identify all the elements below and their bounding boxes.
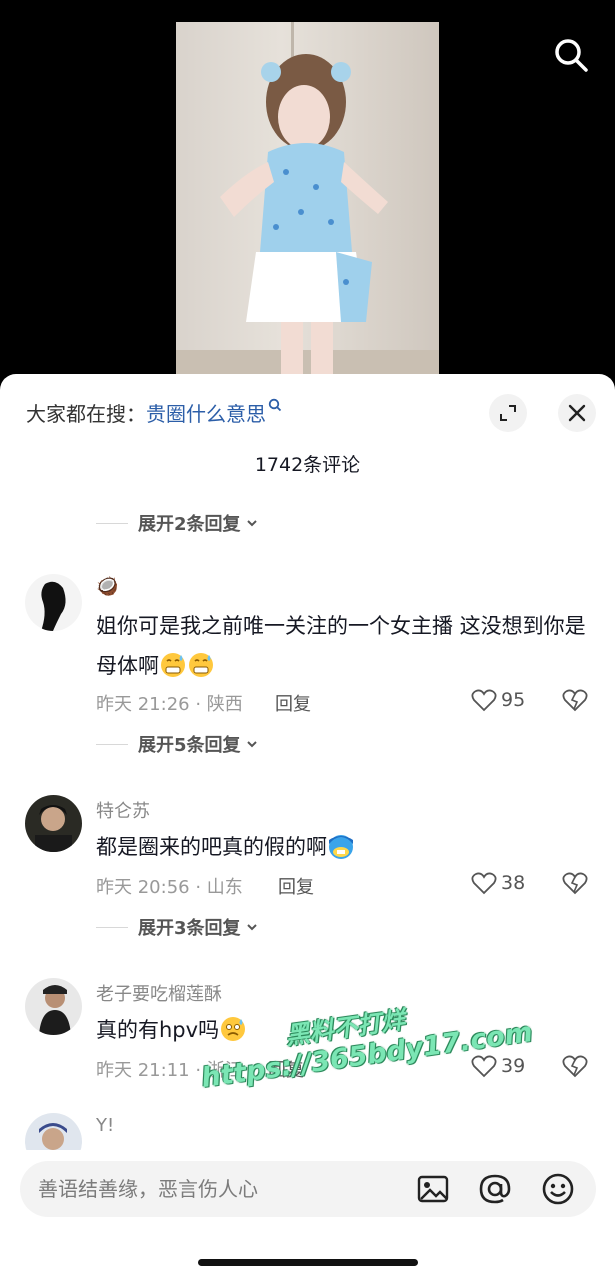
comment-text: 都是圈来的吧真的假的啊 [96,827,586,867]
like-button[interactable]: 95 [471,688,525,712]
like-count: 39 [501,1055,526,1077]
image-icon[interactable] [416,1172,450,1206]
heart-icon [471,872,497,895]
grimace-sweat-emoji [161,653,185,677]
expand-replies-label: 展开3条回复 [138,918,241,939]
reply-button[interactable]: 回复 [278,873,314,899]
at-mention-icon[interactable] [478,1172,512,1206]
video-frame[interactable] [176,22,439,380]
grimace-sweat-emoji [189,653,213,677]
dancer-figure [220,54,388,380]
comment-time-location: 昨天 21:26 · 陕西 [96,694,243,715]
search-small-icon [268,398,282,412]
heart-icon [471,1055,497,1078]
home-indicator[interactable] [198,1259,418,1266]
cold-face-emoji [329,835,353,859]
broken-heart-icon[interactable] [562,871,588,895]
trending-query-link[interactable]: 贵圈什么意思 [146,402,266,426]
close-icon [568,404,586,422]
avatar[interactable] [25,795,82,852]
heart-icon [471,689,497,712]
video-player[interactable] [0,0,615,380]
comment-author[interactable]: 特仑苏 [96,797,150,823]
reply-button[interactable]: 回复 [275,690,311,716]
expand-replies-label: 展开5条回复 [138,735,241,756]
expand-button[interactable] [489,394,527,432]
expand-replies-button[interactable]: 展开2条回复 [96,509,259,537]
anxious-face-emoji [221,1017,246,1041]
broken-heart-icon[interactable] [562,1054,588,1078]
comment-author[interactable]: 🥥 [96,576,118,597]
like-button[interactable]: 38 [471,871,525,895]
divider [96,522,128,524]
comment-input[interactable] [38,1169,398,1209]
comment-text: 真的有hpv吗 [96,1010,586,1050]
search-icon[interactable] [552,36,590,74]
comment-text: 姐你可是我之前唯一关注的一个女主播 这没想到你是母体啊 [96,606,586,686]
like-count: 38 [501,872,526,894]
comment-time-location: 昨天 20:56 · 山东 [96,877,243,898]
trending-search: 大家都在搜：贵圈什么意思 [26,398,282,427]
comment-body: 都是圈来的吧真的假的啊 [96,835,327,859]
chevron-down-icon [246,520,257,527]
expand-replies-label: 展开2条回复 [138,514,241,535]
chevron-down-icon [246,741,257,748]
reply-button[interactable]: 回复 [268,1056,304,1082]
comment-body: 真的有hpv吗 [96,1018,220,1042]
avatar[interactable] [25,978,82,1035]
sheet-header: 大家都在搜：贵圈什么意思 [0,374,615,450]
trending-prefix: 大家都在搜： [26,402,146,426]
expand-replies-button[interactable]: 展开3条回复 [96,913,259,941]
close-button[interactable] [558,394,596,432]
broken-heart-icon[interactable] [562,688,588,712]
divider [96,926,128,928]
avatar[interactable] [25,574,82,631]
comment-author[interactable]: 老子要吃榴莲酥 [96,980,222,1006]
comment-author[interactable]: Y! [96,1115,114,1136]
like-button[interactable]: 39 [471,1054,525,1078]
emoji-icon[interactable] [541,1172,575,1206]
comment-input-bar [20,1161,596,1217]
divider [96,743,128,745]
expand-replies-button[interactable]: 展开5条回复 [96,730,259,758]
comment-count: 1742条评论 [254,454,361,476]
chevron-down-icon [246,924,257,931]
expand-icon [500,405,516,421]
comment-time-location: 昨天 21:11 · 浙江 [96,1060,243,1081]
like-count: 95 [501,689,526,711]
